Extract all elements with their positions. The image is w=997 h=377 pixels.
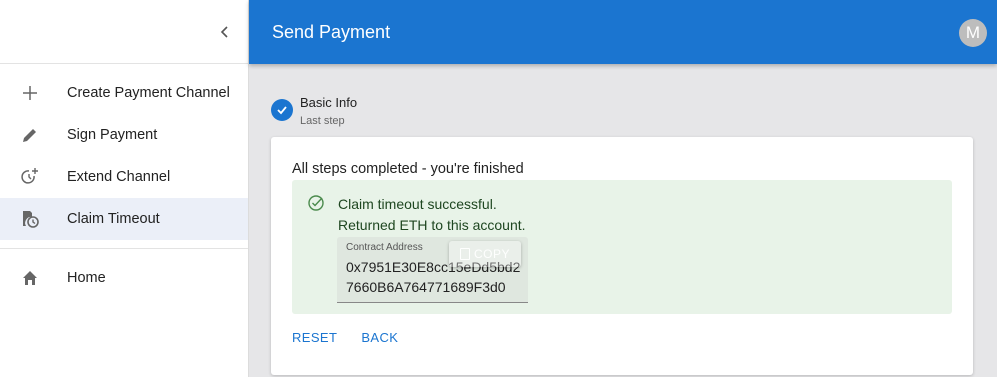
step-subtitle: Last step	[300, 115, 345, 127]
sidebar-item-home[interactable]: Home	[0, 257, 248, 299]
plus-icon	[19, 82, 41, 104]
clock-plus-icon	[19, 166, 41, 188]
reset-button[interactable]: RESET	[292, 330, 337, 345]
check-circle-outline-icon	[307, 194, 325, 212]
sidebar-item-label: Home	[67, 270, 106, 286]
copy-button-label: COPY	[473, 247, 510, 261]
alert-message: Claim timeout successful.	[338, 196, 497, 212]
avatar[interactable]: M	[959, 19, 987, 47]
check-circle-icon	[271, 99, 293, 121]
alert-detail: Returned ETH to this account.	[338, 217, 526, 233]
nav-divider	[0, 248, 248, 249]
sidebar-item-label: Create Payment Channel	[67, 85, 230, 101]
clock-document-icon	[19, 208, 41, 230]
sidebar-item-extend-channel[interactable]: Extend Channel	[0, 156, 248, 198]
step-title: Basic Info	[300, 95, 358, 110]
sidebar-item-create-payment-channel[interactable]: Create Payment Channel	[0, 72, 248, 114]
card-actions: RESET BACK	[292, 330, 398, 345]
sidebar-header	[0, 0, 248, 64]
sidebar-item-label: Claim Timeout	[67, 211, 160, 227]
copy-icon	[459, 248, 470, 260]
completion-card: All steps completed - you're finished Cl…	[271, 137, 973, 375]
contract-address-field[interactable]: Contract Address 0x7951E30E8cc15eDd5bd27…	[337, 237, 528, 303]
pencil-icon	[19, 124, 41, 146]
chevron-left-icon[interactable]	[213, 20, 237, 44]
page-title: Send Payment	[272, 22, 391, 42]
sidebar-item-sign-payment[interactable]: Sign Payment	[0, 114, 248, 156]
sidebar-item-label: Extend Channel	[67, 169, 171, 185]
completion-heading: All steps completed - you're finished	[292, 161, 524, 177]
sidebar-item-label: Sign Payment	[67, 127, 158, 143]
copy-button[interactable]: COPY	[449, 241, 521, 267]
back-button[interactable]: BACK	[361, 330, 398, 345]
nav-list: Create Payment Channel Sign Payment Exte…	[0, 64, 248, 299]
sidebar-item-claim-timeout[interactable]: Claim Timeout	[0, 198, 248, 240]
success-alert: Claim timeout successful. Returned ETH t…	[292, 180, 952, 314]
contract-address-label: Contract Address	[346, 242, 423, 253]
sidebar: Create Payment Channel Sign Payment Exte…	[0, 0, 249, 377]
home-icon	[19, 267, 41, 289]
app-bar: Send Payment M	[249, 0, 997, 64]
